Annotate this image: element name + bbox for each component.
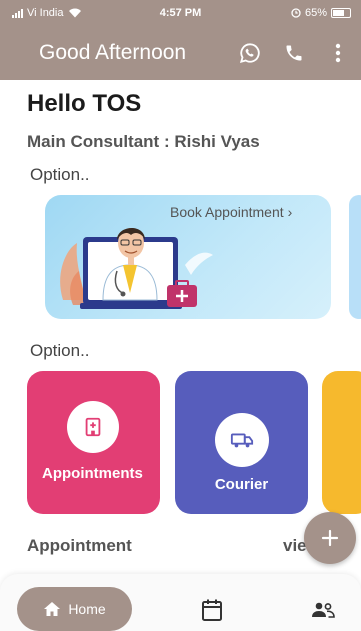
options-title-2: Option.. [30,341,90,360]
courier-card-label: Courier [214,476,269,493]
bottom-navigation: Home [0,574,361,631]
consultant-label: Main Consultant : Rishi Vyas [27,132,260,151]
phone-icon [286,45,302,61]
whatsapp-icon [239,43,260,64]
status-right: 65% [291,7,351,19]
add-fab-button[interactable] [304,512,356,564]
nav-home-label: Home [68,601,106,617]
nav-people-button[interactable] [309,596,337,624]
whatsapp-button[interactable] [235,39,265,67]
banner-label-text: Book Appointment [170,204,284,220]
app-bar-title: Good Afternoon [39,41,187,64]
greeting-heading: Hello TOS [27,90,142,117]
battery-percent: 65% [304,7,327,19]
appointment-section-title: Appointment [27,536,132,555]
truck-icon [230,433,254,448]
calendar-icon [202,599,222,621]
battery-icon [331,8,351,18]
appointments-icon-circle [67,401,119,453]
book-appointment-banner[interactable]: Book Appointment › [45,195,331,319]
plus-icon [321,529,339,547]
banner-label: Book Appointment › [170,204,292,220]
chevron-right-icon: › [287,204,293,220]
options-title-1: Option.. [30,165,90,184]
appointments-card-label: Appointments [42,465,143,482]
more-options-button[interactable] [323,39,353,67]
alarm-icon [291,8,301,18]
third-option-card[interactable] [322,371,361,514]
more-vert-icon [335,43,341,63]
people-icon [312,602,335,618]
next-banner-peek[interactable] [349,195,361,319]
phone-button[interactable] [279,39,309,67]
app-bar: Good Afternoon [0,26,361,80]
courier-icon-circle [215,413,269,467]
app-bar-actions [221,39,353,67]
nav-home-button[interactable]: Home [17,587,132,631]
appointments-card[interactable]: Appointments [27,371,160,514]
status-bar: Vi India 4:57 PM 65% [0,0,361,26]
nav-calendar-button[interactable] [198,596,226,624]
hospital-icon [85,417,101,437]
courier-card[interactable]: Courier [175,371,308,514]
home-icon [44,602,61,616]
